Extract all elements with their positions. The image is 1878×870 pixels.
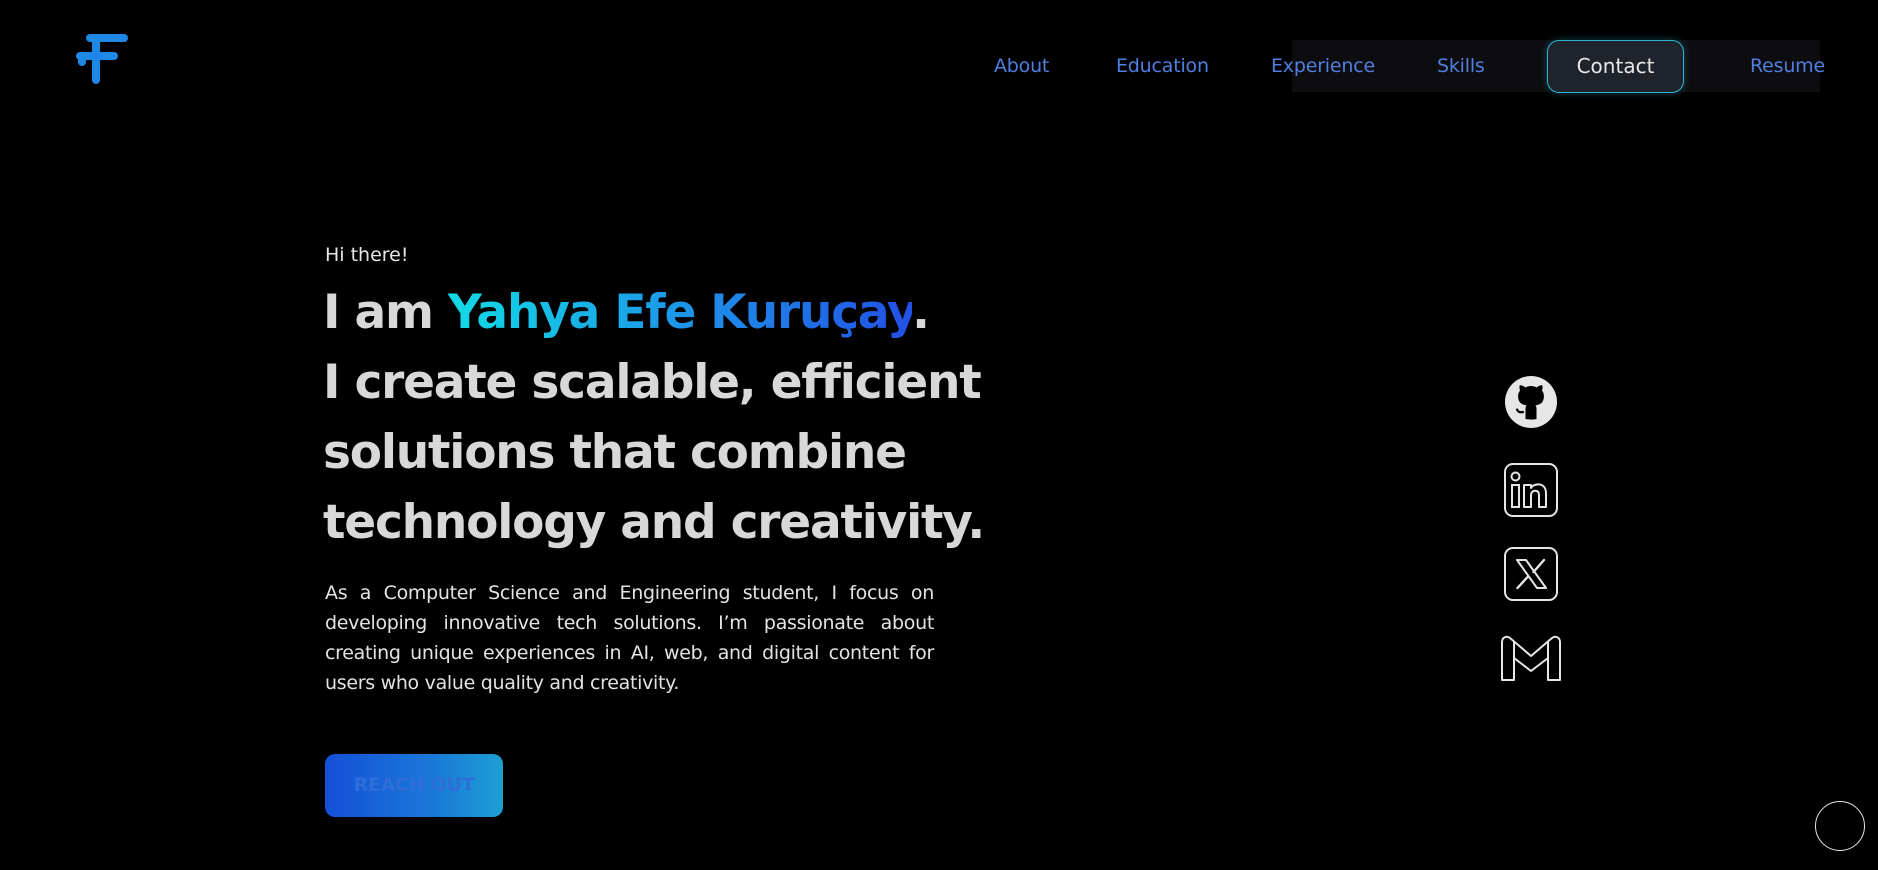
reach-out-button[interactable]: REACH OUT xyxy=(325,754,503,817)
headline-period: . xyxy=(912,285,930,340)
nav-experience[interactable]: Experience xyxy=(1271,40,1375,92)
x-twitter-icon[interactable] xyxy=(1498,544,1564,610)
headline-line-3: solutions that combine xyxy=(323,425,907,480)
nav-contact-button[interactable]: Contact xyxy=(1547,40,1684,93)
hero-headline: I am Yahya Efe Kuruçay. I create scalabl… xyxy=(323,278,1023,558)
nav-skills[interactable]: Skills xyxy=(1437,40,1485,92)
nav-education[interactable]: Education xyxy=(1116,40,1209,92)
greeting: Hi there! xyxy=(325,244,409,266)
hero-intro: As a Computer Science and Engineering st… xyxy=(325,582,934,694)
cursor-circle xyxy=(1815,801,1865,851)
page: About Education Experience Skills Contac… xyxy=(0,0,1878,870)
nav-resume[interactable]: Resume xyxy=(1750,40,1825,92)
linkedin-icon[interactable] xyxy=(1498,460,1564,526)
main-nav: About Education Experience Skills Contac… xyxy=(0,40,1878,93)
headline-line-2: I create scalable, efficient xyxy=(323,355,982,410)
headline-line-4: technology and creativity. xyxy=(323,495,985,550)
headline-prefix: I am xyxy=(323,285,448,340)
hero-name: Yahya Efe Kuruçay xyxy=(447,285,913,340)
nav-about[interactable]: About xyxy=(994,40,1049,92)
gmail-icon[interactable] xyxy=(1498,628,1564,694)
github-icon[interactable] xyxy=(1498,372,1564,438)
